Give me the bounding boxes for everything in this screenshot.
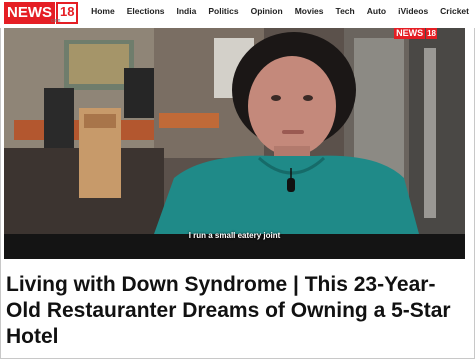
nav-cricket[interactable]: Cricket <box>440 6 469 16</box>
nav-home[interactable]: Home <box>91 6 115 16</box>
nav-opinion[interactable]: Opinion <box>251 6 283 16</box>
video-watermark: NEWS 18 <box>394 28 437 39</box>
nav-politics[interactable]: Politics <box>208 6 238 16</box>
nav-india[interactable]: India <box>177 6 197 16</box>
video-subtitle: I run a small eatery joint <box>188 231 281 240</box>
nav-ivideos[interactable]: iVideos <box>398 6 428 16</box>
nav-auto[interactable]: Auto <box>367 6 386 16</box>
nav-tech[interactable]: Tech <box>336 6 355 16</box>
video-player[interactable]: NEWS 18 I run a small eatery joint <box>4 28 465 259</box>
logo-tagline: com <box>51 18 61 24</box>
news18-logo[interactable]: NEWS 18 <box>4 2 79 24</box>
site-header: NEWS 18 com Home Elections India Politic… <box>0 0 475 28</box>
nav-movies[interactable]: Movies <box>295 6 324 16</box>
article-headline[interactable]: Living with Down Syndrome | This 23-Year… <box>6 272 468 350</box>
main-nav: Home Elections India Politics Opinion Mo… <box>91 6 469 16</box>
nav-elections[interactable]: Elections <box>127 6 165 16</box>
logo-text: NEWS <box>4 2 55 24</box>
watermark-text: NEWS <box>394 28 426 39</box>
watermark-number: 18 <box>426 28 437 39</box>
video-frame-image <box>4 28 465 234</box>
